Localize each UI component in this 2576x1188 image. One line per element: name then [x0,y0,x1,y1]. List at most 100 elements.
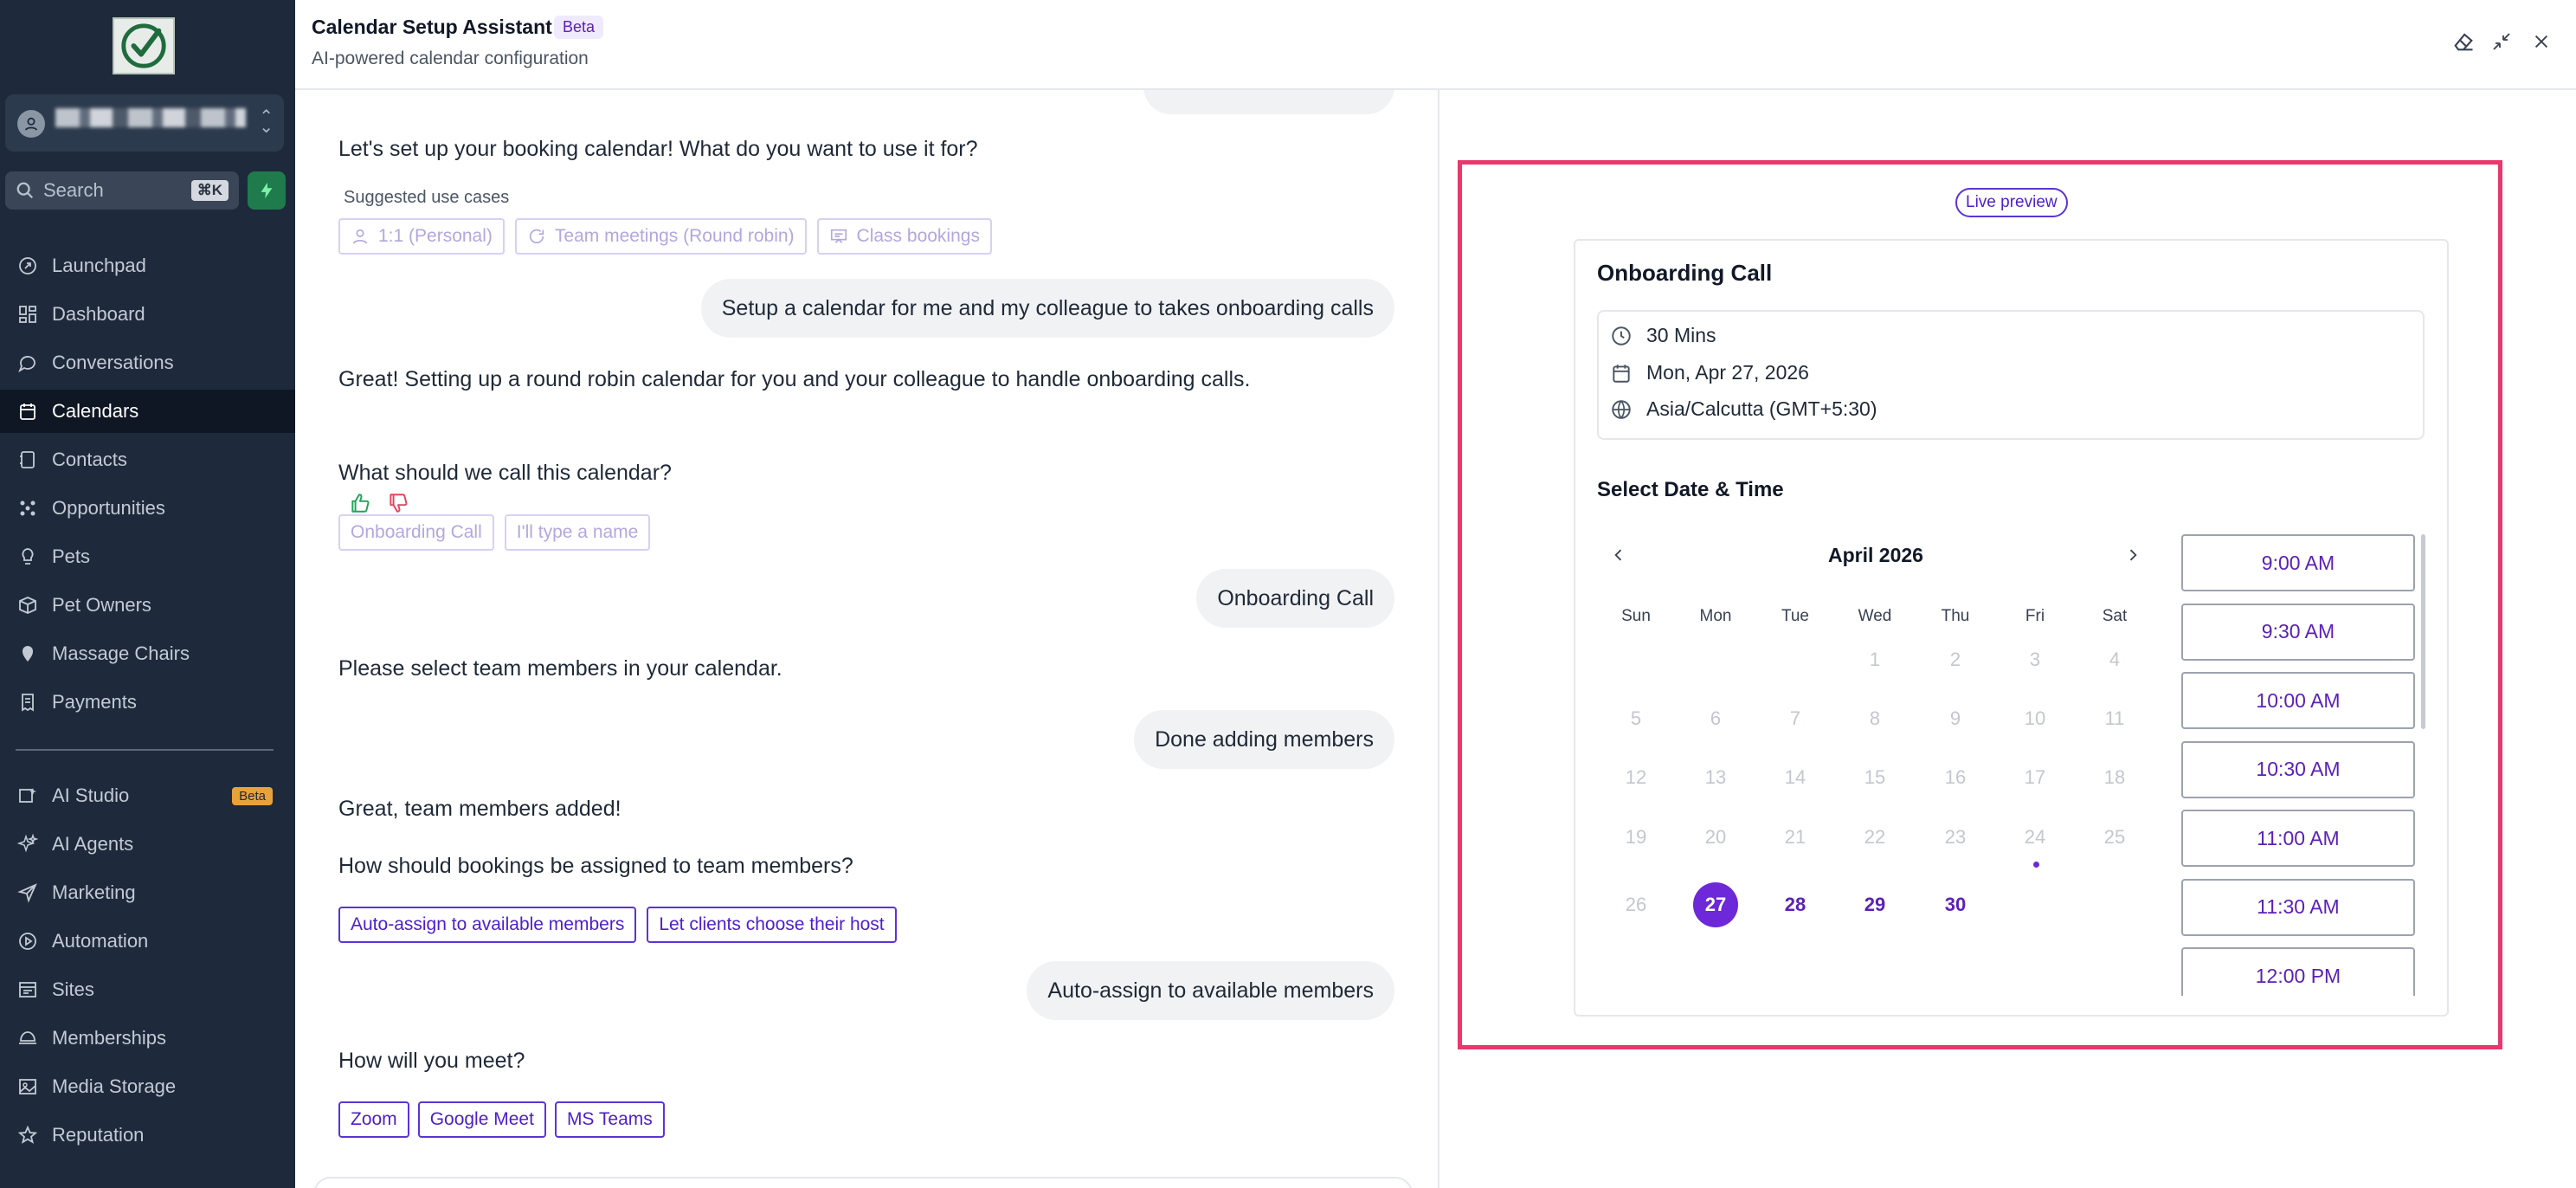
thumbs-down-icon[interactable] [387,492,409,514]
ai-studio-icon [19,788,36,803]
user-message: Done adding members [1134,710,1394,769]
meet-option-chip[interactable]: Zoom [338,1101,409,1138]
sparkle-icon [17,834,38,853]
checkmark-logo-icon [121,23,166,68]
calendar-day[interactable]: 28 [1773,882,1818,927]
time-slot-button[interactable]: 11:00 AM [2181,810,2415,867]
time-slot-button[interactable]: 12:00 PM [2181,947,2415,996]
sidebar-item-ai-studio[interactable]: AI Studio Beta [0,774,295,817]
calendar-day: 6 [1710,707,1722,729]
sidebar-item-massage-chairs[interactable]: Massage Chairs [0,632,295,675]
calendar-icon [20,404,35,420]
time-slot-button[interactable]: 10:00 AM [2181,672,2415,729]
sidebar-item-label: Memberships [52,1027,167,1049]
calendar-day: 16 [1944,766,1967,788]
sidebar-item-ai-agents[interactable]: AI Agents [0,823,295,866]
sidebar-item-label: AI Studio [52,784,130,806]
sidebar-item-automation[interactable]: Automation [0,920,295,963]
sidebar-item-pets[interactable]: Pets [0,535,295,578]
thumbs-up-icon[interactable] [349,492,371,514]
calendar-day: 24 [2024,826,2046,848]
sidebar-item-launchpad[interactable]: Launchpad [0,244,295,287]
sidebar-item-calendars[interactable]: Calendars [0,390,295,433]
clear-chat-button[interactable] [2450,28,2477,55]
slot-scrollbar[interactable] [2421,534,2425,729]
today-indicator [2033,862,2039,868]
sidebar-item-dashboard[interactable]: Dashboard [0,293,295,336]
feedback-buttons [349,492,409,514]
month-label: April 2026 [1828,544,1923,566]
calendar-day: 8 [1869,707,1881,729]
time-slot-button[interactable]: 10:30 AM [2181,740,2415,798]
calendar-day: 22 [1864,826,1886,848]
calendar-title: Onboarding Call [1597,260,1773,286]
bulb-icon [22,548,34,565]
calendar-day: 9 [1949,707,1961,729]
use-case-team-chip[interactable]: Team meetings (Round robin) [514,218,807,255]
sidebar-item-reputation[interactable]: Reputation [0,1114,295,1157]
sidebar-item-contacts[interactable]: Contacts [0,438,295,481]
use-case-class-chip[interactable]: Class bookings [816,218,992,255]
meeting-options: Zoom Google Meet MS Teams [338,1101,665,1138]
sidebar-item-label: Sites [52,978,94,1000]
launchpad-icon [19,257,36,274]
sidebar-item-marketing[interactable]: Marketing [0,871,295,914]
search-shortcut: ⌘K [190,180,229,201]
sidebar-item-sites[interactable]: Sites [0,968,295,1011]
time-slot-list[interactable]: 9:00 AM 9:30 AM 10:00 AM 10:30 AM 11:00 AM 11… [2180,533,2424,996]
company-logo[interactable] [113,17,175,74]
date-row: Mon, Apr 27, 2026 [1610,361,1809,384]
prev-month-button[interactable] [1606,542,1632,568]
contacts-icon [20,451,35,468]
calendar-day: 18 [2103,766,2126,788]
user-message: Onboarding Call [1196,569,1394,628]
calendar-day: 10 [2024,707,2046,729]
assistant-message: How will you meet? [338,1049,525,1073]
minimize-button[interactable] [2488,28,2515,55]
duration-row: 30 Mins [1610,324,1716,347]
calendar-day-selected[interactable]: 27 [1693,882,1738,927]
account-switcher[interactable]: ⌃ ⌄ [5,94,284,152]
calendar-day: 26 [1625,894,1647,915]
sidebar-item-label: Reputation [52,1124,145,1146]
opportunities-icon [20,500,35,516]
sidebar-search[interactable]: Search ⌘K [5,171,239,210]
message-composer[interactable] [313,1177,1413,1188]
assign-option-chip[interactable]: Auto-assign to available members [338,907,637,943]
live-preview-badge: Live preview [1955,188,2068,217]
time-slot-button[interactable]: 9:00 AM [2181,534,2415,591]
close-button[interactable] [2528,28,2555,55]
calendar-day[interactable]: 30 [1933,882,1978,927]
assignment-options: Auto-assign to available members Let cli… [338,907,897,943]
star-icon [17,1125,38,1144]
weekday-label: Tue [1781,607,1810,625]
name-option-chip[interactable]: Onboarding Call [338,514,494,551]
chip-label: Class bookings [856,226,980,246]
meet-option-chip[interactable]: Google Meet [417,1101,546,1138]
sidebar-item-label: Payments [52,691,137,713]
sidebar-item-pet-owners[interactable]: Pet Owners [0,584,295,627]
weekday-label: Mon [1699,607,1732,625]
name-option-chip[interactable]: I'll type a name [504,514,651,551]
chat-panel: Let's set up your booking calendar! What… [295,90,1438,1188]
weekday-label: Sun [1621,607,1651,625]
sidebar-item-conversations[interactable]: Conversations [0,341,295,384]
meet-option-chip[interactable]: MS Teams [554,1101,665,1138]
time-slot-button[interactable]: 9:30 AM [2181,603,2415,661]
calendar-day: 5 [1630,707,1642,729]
calendar-day: 19 [1625,826,1647,848]
time-slot-button[interactable]: 11:30 AM [2181,878,2415,936]
assistant-message: What should we call this calendar? [338,461,672,485]
sidebar-item-payments[interactable]: Payments [0,681,295,724]
next-month-button[interactable] [2120,542,2146,568]
calendar-day[interactable]: 29 [1852,882,1897,927]
sidebar-item-memberships[interactable]: Memberships [0,1017,295,1060]
date-text: Mon, Apr 27, 2026 [1646,361,1809,384]
assistant-message: Great! Setting up a round robin calendar… [338,367,1251,391]
sidebar-item-media-storage[interactable]: Media Storage [0,1065,295,1108]
assign-option-chip[interactable]: Let clients choose their host [647,907,897,943]
quick-action-button[interactable] [248,171,286,210]
sidebar-item-label: Pet Owners [52,594,151,616]
sidebar-item-opportunities[interactable]: Opportunities [0,487,295,530]
use-case-personal-chip[interactable]: 1:1 (Personal) [338,218,505,255]
